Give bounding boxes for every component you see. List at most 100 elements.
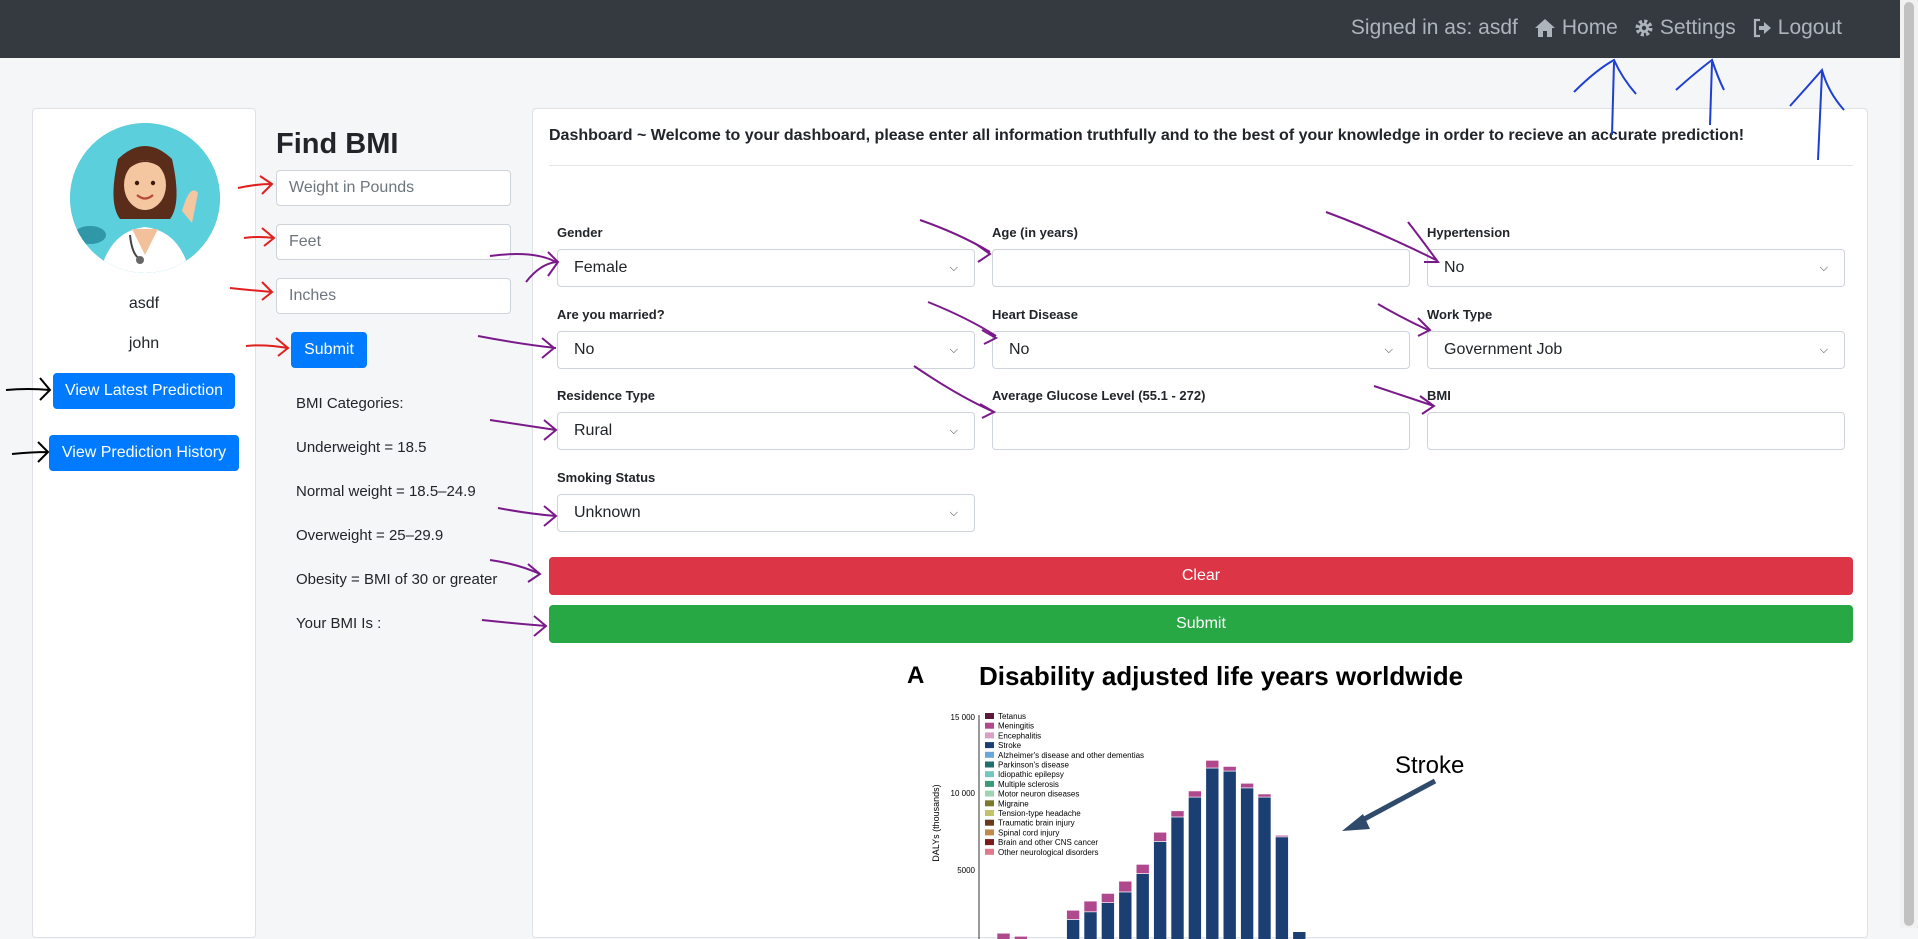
work-type-select[interactable]: Government Job ⌵ (1427, 331, 1845, 369)
stroke-bar (1275, 836, 1289, 939)
scrollbar-thumb[interactable] (1904, 2, 1914, 926)
chevron-down-icon: ⌵ (949, 506, 958, 519)
submit-button[interactable]: Submit (549, 605, 1853, 643)
chevron-down-icon: ⌵ (949, 261, 958, 274)
other-disorders-bar (1240, 782, 1254, 789)
doctor-avatar (70, 123, 220, 273)
stroke-bar (1205, 767, 1220, 939)
legend-swatch (985, 848, 994, 855)
legend-entry: Alzheimer's disease and other dementias (998, 751, 1144, 760)
stroke-bar (1101, 902, 1115, 939)
daly-figure: A Disability adjusted life years worldwi… (907, 661, 1464, 939)
view-latest-prediction-button[interactable]: View Latest Prediction (53, 373, 235, 409)
other-disorders-bar (1188, 790, 1202, 798)
legend-entry: Tetanus (998, 712, 1026, 721)
heart-disease-select[interactable]: No ⌵ (992, 331, 1410, 369)
y-tick-label: 5000 (957, 866, 975, 875)
age-input[interactable] (992, 249, 1410, 287)
nav-settings[interactable]: Settings (1634, 16, 1736, 40)
stroke-bar (1170, 816, 1185, 939)
clear-button[interactable]: Clear (549, 557, 1853, 595)
legend-swatch (985, 761, 994, 768)
figure-title: Disability adjusted life years worldwide (979, 661, 1463, 691)
nav-home-label: Home (1561, 16, 1618, 39)
smoking-select[interactable]: Unknown ⌵ (557, 494, 975, 532)
bmi-categories-title: BMI Categories: (296, 395, 404, 412)
signed-in-label: Signed in as: asdf (1350, 16, 1518, 39)
dashboard-header: Dashboard ~ Welcome to your dashboard, p… (549, 127, 1745, 144)
legend-swatch (985, 800, 994, 807)
other-disorders-bar (1257, 793, 1272, 798)
other-disorders-bar (1153, 831, 1167, 842)
legend-entry: Brain and other CNS cancer (998, 838, 1098, 847)
residence-label: Residence Type (557, 388, 656, 403)
profile-name: john (128, 335, 160, 352)
other-disorders-bar (1101, 893, 1115, 903)
other-disorders-bar (1118, 880, 1133, 893)
bmi-title: Find BMI (276, 128, 399, 160)
other-disorders-bar (1170, 810, 1185, 818)
stroke-bar (1066, 919, 1080, 939)
legend-swatch (985, 713, 994, 719)
other-disorders-bar (1205, 760, 1220, 769)
bmi-field-input[interactable] (1427, 412, 1845, 450)
stroke-bar (1240, 787, 1254, 939)
stroke-bar (1083, 911, 1098, 939)
nav-home[interactable]: Home (1534, 16, 1618, 40)
bmi-panel: Find BMI Submit BMI Categories: Underwei… (256, 108, 532, 938)
legend-swatch (985, 829, 994, 836)
legend-swatch (985, 771, 994, 778)
hypertension-value: No (1444, 259, 1465, 276)
legend-entry: Motor neuron diseases (998, 790, 1079, 799)
profile-username: asdf (128, 295, 160, 312)
nav-links: Signed in as: asdf Home Settings Logout (1351, 16, 1842, 40)
chevron-down-icon: ⌵ (949, 343, 958, 356)
glucose-label: Average Glucose Level (55.1 - 272) (992, 388, 1206, 403)
chevron-down-icon: ⌵ (1819, 261, 1828, 274)
legend-swatch (985, 790, 994, 797)
glucose-input[interactable] (992, 412, 1410, 450)
legend-entry: Tension-type headache (998, 809, 1081, 818)
bmi-submit-button[interactable]: Submit (291, 332, 367, 368)
nav-settings-label: Settings (1659, 16, 1736, 39)
legend-swatch (985, 810, 994, 816)
stroke-bar (1118, 891, 1133, 939)
legend-entry: Migraine (998, 799, 1029, 808)
view-prediction-history-button[interactable]: View Prediction History (49, 435, 239, 471)
residence-select[interactable]: Rural ⌵ (557, 412, 975, 450)
other-disorders-bar (1275, 835, 1289, 838)
legend-entry: Spinal cord injury (998, 828, 1059, 837)
inches-input[interactable] (276, 278, 511, 314)
chevron-down-icon: ⌵ (1819, 343, 1828, 356)
bmi-obesity: Obesity = BMI of 30 or greater (296, 571, 498, 588)
work-type-label: Work Type (1427, 307, 1493, 322)
legend-swatch (985, 819, 994, 826)
profile-panel: asdf john View Latest Prediction View Pr… (32, 108, 256, 938)
vertical-scrollbar[interactable] (1900, 0, 1918, 928)
legend-entry: Other neurological disorders (998, 848, 1099, 857)
feet-input[interactable] (276, 224, 511, 260)
stroke-bar (1292, 931, 1307, 939)
other-disorders-bar (1135, 864, 1150, 874)
gear-icon (1635, 19, 1653, 37)
hypertension-select[interactable]: No ⌵ (1427, 249, 1845, 287)
legend-entry: Stroke (998, 741, 1022, 750)
stroke-annotation: Stroke (1395, 752, 1464, 779)
legend-swatch (985, 780, 994, 787)
dashboard-panel: Dashboard ~ Welcome to your dashboard, p… (532, 108, 1868, 939)
chevron-down-icon: ⌵ (1384, 343, 1393, 356)
legend-swatch (985, 732, 994, 739)
nav-logout[interactable]: Logout (1752, 16, 1842, 40)
y-tick-label: 10 000 (951, 789, 976, 798)
married-select[interactable]: No ⌵ (557, 331, 975, 369)
legend-swatch (985, 751, 994, 758)
gender-value: Female (574, 259, 628, 276)
smoking-value: Unknown (574, 504, 641, 521)
legend-entry: Meningitis (998, 722, 1034, 731)
weight-input[interactable] (276, 170, 511, 206)
heart-disease-value: No (1009, 341, 1030, 358)
stroke-arrow (1342, 778, 1437, 831)
legend-swatch (985, 839, 994, 846)
gender-select[interactable]: Female ⌵ (557, 249, 975, 287)
bmi-overweight: Overweight = 25–29.9 (296, 527, 444, 544)
